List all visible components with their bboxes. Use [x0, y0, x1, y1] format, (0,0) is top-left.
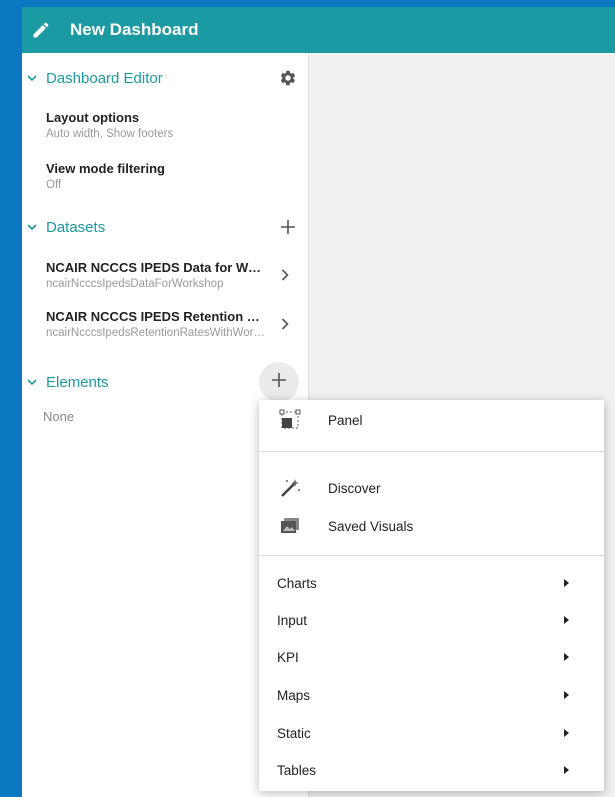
panel-icon	[278, 408, 302, 432]
dataset-item[interactable]: NCAIR NCCCS IPEDS Retention Rates ncairN…	[46, 309, 301, 339]
view-mode-filtering-item[interactable]: View mode filtering Off	[46, 161, 301, 191]
layout-options-item[interactable]: Layout options Auto width, Show footers	[46, 110, 301, 140]
item-subtitle: Off	[46, 179, 62, 191]
submenu-arrow-icon	[564, 729, 569, 737]
section-label: Datasets	[46, 218, 106, 236]
menu-item-label: Tables	[277, 762, 317, 778]
dashboard-title[interactable]: New Dashboard	[70, 20, 198, 40]
menu-item-tables[interactable]: Tables	[259, 752, 604, 788]
menu-item-label: Discover	[328, 480, 381, 496]
menu-item-charts[interactable]: Charts	[259, 565, 604, 601]
menu-item-saved-visuals[interactable]: Saved Visuals	[259, 508, 604, 544]
section-elements[interactable]: Elements	[22, 367, 252, 397]
menu-item-input[interactable]: Input	[259, 602, 604, 638]
dataset-id: ncairNcccsIpedsDataForWorkshop	[46, 278, 224, 290]
chevron-down-icon	[27, 378, 37, 386]
submenu-arrow-icon	[564, 579, 569, 587]
dataset-item[interactable]: NCAIR NCCCS IPEDS Data for Workshop ncai…	[46, 260, 301, 290]
add-element-button[interactable]	[259, 362, 299, 402]
add-element-menu: Panel Discover Saved Visuals Charts Inpu…	[259, 400, 604, 791]
menu-item-label: Input	[277, 612, 308, 628]
submenu-arrow-icon	[564, 691, 569, 699]
magic-wand-icon	[278, 476, 302, 500]
menu-item-discover[interactable]: Discover	[259, 470, 604, 506]
menu-item-label: Panel	[328, 412, 363, 428]
section-label: Elements	[46, 373, 109, 391]
section-dashboard-editor[interactable]: Dashboard Editor	[22, 63, 309, 93]
menu-item-panel[interactable]: Panel	[259, 402, 604, 438]
menu-item-static[interactable]: Static	[259, 715, 604, 751]
chevron-right-icon[interactable]	[281, 317, 289, 335]
dataset-id: ncairNcccsIpedsRetentionRatesWithWorksho…	[46, 327, 268, 339]
menu-item-label: KPI	[277, 649, 299, 665]
app-window: New Dashboard Dashboard Editor Layout op…	[22, 7, 615, 797]
menu-divider	[259, 555, 604, 556]
menu-item-label: Charts	[277, 575, 317, 591]
plus-icon[interactable]	[273, 212, 303, 242]
menu-item-label: Maps	[277, 687, 311, 703]
dataset-title: NCAIR NCCCS IPEDS Retention Rates	[46, 309, 268, 324]
menu-divider	[259, 451, 604, 452]
menu-item-maps[interactable]: Maps	[259, 677, 604, 713]
item-title: Layout options	[46, 110, 140, 125]
menu-item-label: Static	[277, 725, 311, 741]
header-bar: New Dashboard	[22, 7, 615, 53]
submenu-arrow-icon	[564, 616, 569, 624]
gear-icon[interactable]	[273, 63, 303, 93]
submenu-arrow-icon	[564, 653, 569, 661]
plus-icon	[272, 372, 286, 392]
menu-item-label: Saved Visuals	[328, 518, 414, 534]
section-datasets[interactable]: Datasets	[22, 212, 309, 242]
pencil-icon[interactable]	[30, 19, 52, 41]
submenu-arrow-icon	[564, 766, 569, 774]
chevron-down-icon	[27, 74, 37, 82]
chevron-right-icon[interactable]	[281, 268, 289, 286]
item-subtitle: Auto width, Show footers	[46, 128, 174, 140]
dataset-title: NCAIR NCCCS IPEDS Data for Workshop	[46, 260, 268, 275]
elements-empty-text: None	[43, 409, 75, 424]
menu-item-kpi[interactable]: KPI	[259, 639, 604, 675]
section-label: Dashboard Editor	[46, 69, 163, 87]
saved-visuals-icon	[278, 514, 302, 538]
item-title: View mode filtering	[46, 161, 165, 176]
chevron-down-icon	[27, 223, 37, 231]
